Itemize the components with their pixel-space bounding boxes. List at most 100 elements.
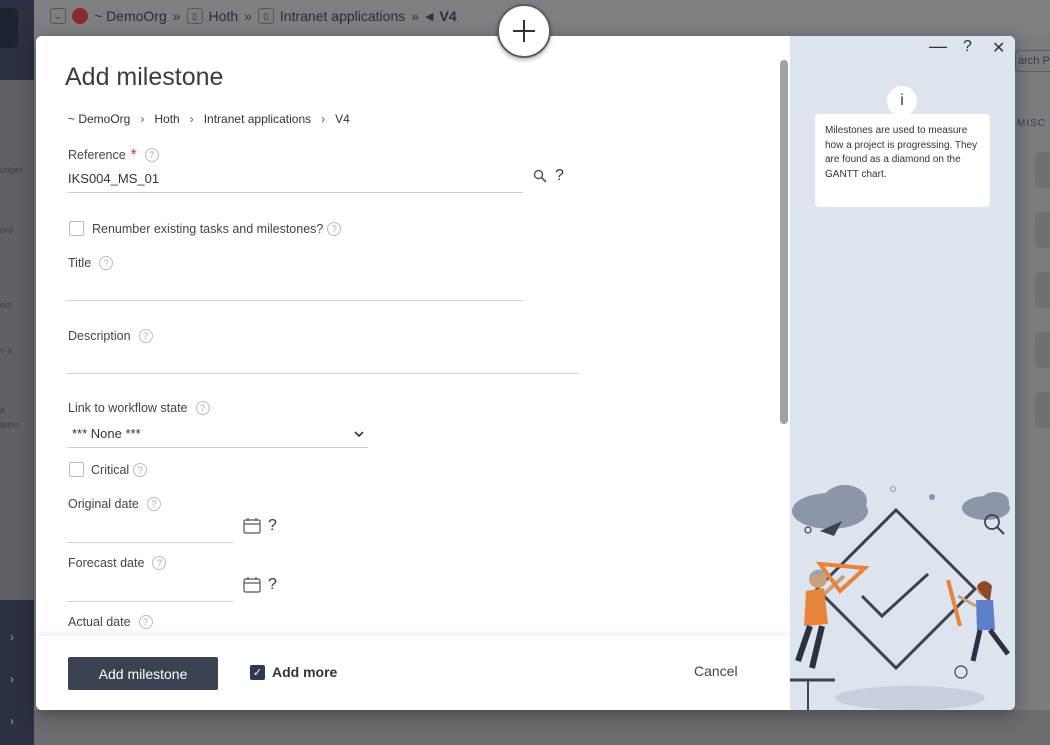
minimize-icon[interactable]: — [929,36,947,57]
add-milestone-dialog: Add milestone ~ DemoOrg › Hoth › Intrane… [36,36,1015,710]
cancel-button[interactable]: Cancel [694,663,738,679]
help-icon[interactable]: ? [146,497,161,511]
chevron-right-icon[interactable]: › [10,714,14,728]
original-date-label: Original date? [68,497,161,511]
reference-underline [67,192,523,193]
background-tile[interactable] [1035,152,1050,188]
add-more-checkbox[interactable]: ✓ [250,665,265,680]
scrollbar[interactable] [780,60,788,424]
actual-date-label-text: Actual date [68,615,131,629]
calendar-icon[interactable] [243,576,261,593]
chevron-right-icon: › [321,112,326,126]
calendar-icon[interactable] [243,517,261,534]
chevron-right-icon[interactable]: › [10,630,14,644]
title-underline [67,300,523,301]
background-left-top [0,0,34,80]
help-question-icon[interactable]: ? [268,517,277,535]
reference-label-text: Reference [68,148,126,162]
info-panel: — ? ✕ i Milestones are used to measure h… [790,36,1015,710]
back-arrow-icon[interactable]: ◀ [425,10,433,23]
chevron-right-icon: › [140,112,145,126]
background-side-label: v a [0,345,13,355]
help-icon[interactable]: ? [99,256,114,270]
description-label-text: Description [68,329,131,343]
background-tile[interactable] [1035,392,1050,428]
double-chevron-icon: » [244,8,252,24]
renumber-label-text: Renumber existing tasks and milestones? [92,222,324,236]
background-crumb[interactable]: ~ DemoOrg [94,8,167,24]
renumber-label: Renumber existing tasks and milestones?? [92,222,342,236]
forecast-date-underline [67,601,233,602]
book-icon: ▯ [186,8,203,24]
help-icon[interactable]: ? [963,38,972,56]
background-side-label: ect [0,300,13,310]
plus-icon [513,20,535,42]
background-search-input[interactable]: arch P [1015,50,1050,72]
background-crumb[interactable]: V4 [440,8,457,24]
workflow-underline [67,447,368,448]
background-tile[interactable] [1035,332,1050,368]
chevron-right-icon[interactable]: › [10,672,14,686]
critical-label: Critical? [91,463,148,477]
background-crumb[interactable]: Intranet applications [280,8,405,24]
critical-label-text: Critical [91,463,130,477]
background-right-column: arch P MISC [1015,36,1050,745]
info-icon: i [887,86,917,116]
background-side-label: e [0,405,6,415]
workflow-label: Link to workflow state? [68,401,210,415]
help-icon[interactable]: ? [152,556,167,570]
original-date-label-text: Original date [68,497,139,511]
description-underline [67,373,578,374]
help-icon[interactable]: ? [138,615,153,629]
reference-label: Reference *? [68,146,159,163]
background-tile[interactable] [1035,212,1050,248]
renumber-checkbox[interactable] [69,221,84,236]
add-button[interactable] [497,4,551,58]
info-tooltip: Milestones are used to measure how a pro… [815,114,990,207]
org-logo-icon [72,8,88,24]
add-more-label: Add more [272,664,338,680]
description-label: Description? [68,329,153,343]
background-breadcrumb: ⌄ ~ DemoOrg » ▯ Hoth » ▯ Intranet applic… [50,8,457,24]
title-label: Title? [68,256,114,270]
critical-checkbox[interactable] [69,462,84,477]
reference-input[interactable]: IKS004_MS_01 [68,171,159,186]
dialog-title: Add milestone [65,63,224,91]
help-icon[interactable]: ? [195,401,210,415]
background-left-bottom: › › › [0,600,34,745]
help-icon[interactable]: ? [327,222,342,236]
background-side-label: udget [0,165,23,175]
add-milestone-button[interactable]: Add milestone [68,657,218,690]
workflow-label-text: Link to workflow state [68,401,188,415]
background-bottom [34,710,1050,745]
background-crumb[interactable]: Hoth [209,8,239,24]
dialog-footer: Add milestone ✓ Add more Cancel [36,636,790,710]
help-question-icon[interactable]: ? [268,576,277,594]
workflow-select[interactable]: *** None *** [72,426,141,441]
form-area: Add milestone ~ DemoOrg › Hoth › Intrane… [36,36,790,636]
required-marker: * [130,146,137,163]
original-date-underline [67,542,233,543]
title-label-text: Title [68,256,92,270]
book-icon: ▯ [257,8,274,24]
breadcrumb-item[interactable]: Hoth [154,112,179,126]
milestone-illustration [790,485,1010,710]
double-chevron-icon: » [172,8,181,24]
double-chevron-icon: » [411,8,420,24]
chevron-right-icon: › [189,112,194,126]
help-icon[interactable]: ? [133,463,148,477]
chevron-down-icon[interactable]: ⌄ [50,8,66,24]
actual-date-label: Actual date? [68,615,153,629]
close-icon[interactable]: ✕ [992,38,1005,58]
help-icon[interactable]: ? [138,329,153,343]
forecast-date-label: Forecast date? [68,556,167,570]
forecast-date-label-text: Forecast date [68,556,145,570]
help-question-icon[interactable]: ? [555,167,564,185]
search-icon[interactable] [533,169,547,183]
help-icon[interactable]: ? [144,148,159,162]
breadcrumb-item[interactable]: ~ DemoOrg [68,112,130,126]
breadcrumb-item[interactable]: Intranet applications [204,112,311,126]
breadcrumb-item[interactable]: V4 [335,112,350,126]
chevron-down-icon[interactable] [353,429,365,439]
background-tile[interactable] [1035,272,1050,308]
